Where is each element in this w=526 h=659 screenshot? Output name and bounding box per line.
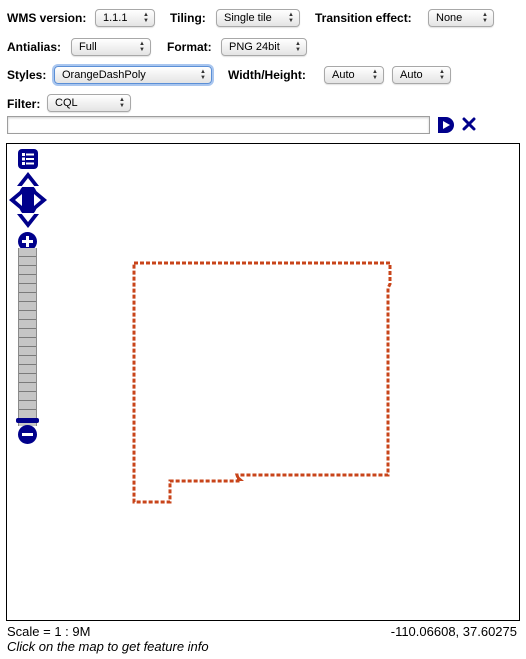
reset-filter-icon[interactable] — [462, 117, 476, 131]
wms-version-label: WMS version: — [7, 11, 87, 25]
styles-select[interactable]: OrangeDashPoly ▲ ▼ — [54, 66, 212, 84]
height-select[interactable]: Auto ▲ ▼ — [392, 66, 451, 84]
state-polygon — [132, 261, 392, 504]
select-arrows-icon: ▲ ▼ — [295, 41, 301, 53]
antialias-label: Antialias: — [7, 40, 62, 54]
select-arrows-icon: ▲ ▼ — [288, 12, 294, 24]
layer-switcher-icon[interactable] — [18, 149, 38, 169]
select-arrows-icon: ▲ ▼ — [482, 12, 488, 24]
feature-info-hint: Click on the map to get feature info — [7, 639, 209, 654]
width-select[interactable]: Auto ▲ ▼ — [324, 66, 384, 84]
wms-version-select[interactable]: 1.1.1 ▲ ▼ — [95, 9, 155, 27]
pan-arrows-icon[interactable] — [9, 172, 47, 228]
antialias-select[interactable]: Full ▲ ▼ — [71, 38, 151, 56]
zoom-slider-handle[interactable] — [16, 418, 39, 423]
transition-effect-label: Transition effect: — [315, 11, 412, 25]
styles-label: Styles: — [7, 68, 47, 82]
filter-type-select[interactable]: CQL ▲ ▼ — [47, 94, 131, 112]
select-arrows-icon: ▲ ▼ — [139, 41, 145, 53]
coordinates-readout: -110.06608, 37.60275 — [390, 624, 517, 639]
tiling-select[interactable]: Single tile ▲ ▼ — [216, 9, 300, 27]
select-arrows-icon: ▲ ▼ — [119, 97, 125, 109]
tiling-label: Tiling: — [170, 11, 206, 25]
zoom-slider[interactable] — [16, 248, 39, 426]
scale-readout: Scale = 1 : 9M — [7, 624, 91, 639]
transition-effect-select[interactable]: None ▲ ▼ — [428, 9, 494, 27]
map-viewport[interactable] — [6, 143, 520, 621]
select-arrows-icon: ▲ ▼ — [372, 69, 378, 81]
width-height-label: Width/Height: — [228, 68, 306, 82]
select-arrows-icon: ▲ ▼ — [143, 12, 149, 24]
filter-label: Filter: — [7, 97, 41, 111]
format-label: Format: — [167, 40, 212, 54]
zoom-out-icon[interactable] — [18, 425, 37, 444]
select-arrows-icon: ▲ ▼ — [439, 69, 445, 81]
select-arrows-icon: ▲ ▼ — [200, 69, 206, 81]
format-select[interactable]: PNG 24bit ▲ ▼ — [221, 38, 307, 56]
filter-expression-input[interactable] — [7, 116, 430, 134]
apply-filter-icon[interactable] — [436, 115, 456, 135]
